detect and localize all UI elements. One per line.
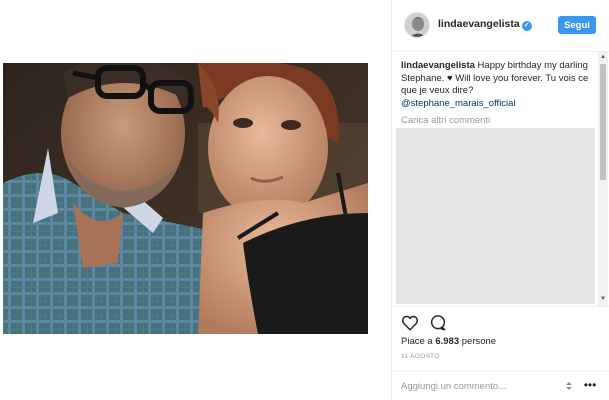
heart-icon[interactable] <box>401 314 419 332</box>
scroll-down-arrow-icon[interactable]: ▼ <box>599 295 607 303</box>
comments-loading-placeholder <box>396 128 595 304</box>
post-actions: Piace a 6.983 persone 11 AGOSTO <box>392 306 609 378</box>
comments-scrollbar[interactable]: ▲ ▼ <box>598 52 608 306</box>
load-more-comments-link[interactable]: Carica altri commenti <box>401 115 490 126</box>
more-options-icon[interactable]: ••• <box>583 378 597 392</box>
likes-prefix: Piace a <box>401 336 436 347</box>
scroll-up-arrow-icon[interactable]: ▲ <box>599 53 607 61</box>
comment-input[interactable] <box>401 379 561 393</box>
likes-suffix: persone <box>459 336 497 347</box>
follow-button[interactable]: Segui <box>558 16 596 34</box>
comment-bubble-icon[interactable] <box>429 314 447 332</box>
photo-illustration <box>3 63 368 334</box>
post-photo[interactable] <box>3 63 368 334</box>
likes-count[interactable]: Piace a 6.983 persone <box>401 336 496 347</box>
comments-section: lindaevangelista Happy birthday my darli… <box>392 52 609 306</box>
instagram-post-view: lindaevangelista ✓ Segui lindaevangelista… <box>0 0 609 400</box>
post-date: 11 AGOSTO <box>401 353 440 360</box>
caption: lindaevangelista Happy birthday my darli… <box>401 60 596 110</box>
avatar[interactable] <box>404 12 430 38</box>
add-comment-bar: ••• <box>392 371 609 400</box>
username-link[interactable]: lindaevangelista ✓ <box>438 18 532 31</box>
avatar-image <box>405 13 429 37</box>
likes-number: 6.983 <box>435 336 460 347</box>
caption-username[interactable]: lindaevangelista <box>401 60 475 71</box>
caption-mention-link[interactable]: @stephane_marais_official <box>401 98 596 111</box>
post-side-panel: lindaevangelista ✓ Segui lindaevangelista… <box>391 0 609 400</box>
post-header: lindaevangelista ✓ Segui <box>392 0 609 52</box>
resize-handle-icon[interactable] <box>564 380 574 392</box>
username-text: lindaevangelista <box>438 18 520 30</box>
scrollbar-thumb[interactable] <box>600 64 606 180</box>
photo-area <box>0 0 391 400</box>
verified-badge-icon: ✓ <box>521 21 532 31</box>
